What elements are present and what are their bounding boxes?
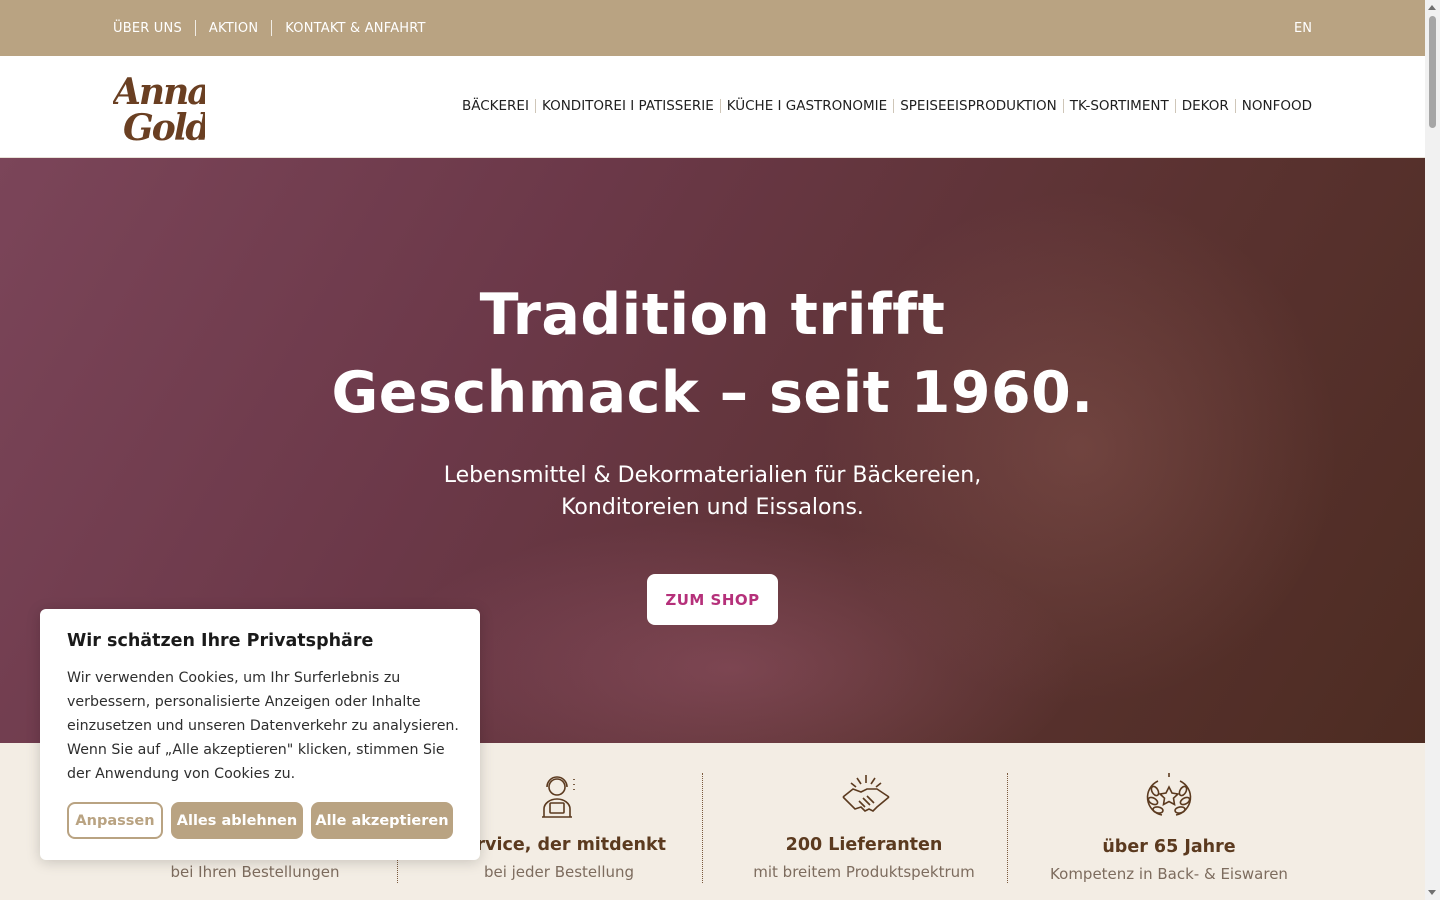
feature-divider xyxy=(1007,773,1008,883)
scrollbar-thumb[interactable] xyxy=(1429,16,1436,128)
hero-subtitle: Lebensmittel & Dekormaterialien für Bäck… xyxy=(0,460,1425,524)
scroll-down-arrow-icon[interactable] xyxy=(1428,890,1436,895)
cookie-text: Wir verwenden Cookies, um Ihr Surferlebn… xyxy=(67,670,459,782)
cookie-title: Wir schätzen Ihre Privatsphäre xyxy=(67,631,374,651)
hero-title-line-1: Tradition trifft xyxy=(479,282,946,348)
cookie-customize-button[interactable]: Anpassen xyxy=(67,802,163,839)
top-link-aktion[interactable]: AKTION xyxy=(209,21,258,36)
handshake-icon xyxy=(839,771,890,821)
top-bar: ÜBER UNS AKTION KONTAKT & ANFAHRT EN xyxy=(0,0,1425,56)
feature-item: über 65 Jahre Kompetenz in Back- & Eiswa… xyxy=(1027,743,1311,900)
top-link-divider xyxy=(271,20,273,36)
nav-divider xyxy=(1234,99,1236,113)
main-nav: BÄCKEREI KONDITOREI I PATISSERIE KÜCHE I… xyxy=(462,56,1312,156)
nav-tk-sortiment[interactable]: TK-SORTIMENT xyxy=(1070,98,1169,114)
nav-divider xyxy=(893,99,895,113)
cookie-accept-button[interactable]: Alle akzeptieren xyxy=(311,802,453,839)
page-scrollbar[interactable] xyxy=(1425,0,1440,900)
main-header: Anna Gold BÄCKEREI KONDITOREI I PATISSER… xyxy=(0,56,1425,158)
cookie-reject-button[interactable]: Alles ablehnen xyxy=(171,802,303,839)
language-switch[interactable]: EN xyxy=(1294,0,1312,56)
svg-text:Gold: Gold xyxy=(123,107,205,144)
hero-subtitle-line-2: Konditoreien und Eissalons. xyxy=(561,495,864,520)
hero-title: Tradition trifft Geschmack – seit 1960. xyxy=(0,276,1425,432)
nav-nonfood[interactable]: NONFOOD xyxy=(1242,98,1312,114)
nav-divider xyxy=(534,99,536,113)
cookie-consent-dialog: Wir schätzen Ihre Privatsphäre Wir verwe… xyxy=(40,609,480,860)
feature-subtitle: mit breitem Produktspektrum xyxy=(753,863,975,881)
nav-speiseeis[interactable]: SPEISEEISPRODUKTION xyxy=(900,98,1057,114)
top-link-divider xyxy=(194,20,196,36)
nav-konditorei[interactable]: KONDITOREI I PATISSERIE xyxy=(542,98,714,114)
nav-dekor[interactable]: DEKOR xyxy=(1182,98,1229,114)
nav-baeckerei[interactable]: BÄCKEREI xyxy=(462,98,529,114)
feature-item: 200 Lieferanten mit breitem Produktspekt… xyxy=(722,743,1006,900)
scroll-up-arrow-icon[interactable] xyxy=(1428,5,1436,10)
hero-subtitle-line-1: Lebensmittel & Dekormaterialien für Bäck… xyxy=(443,463,982,488)
feature-title: über 65 Jahre xyxy=(1102,837,1236,857)
nav-kueche[interactable]: KÜCHE I GASTRONOMIE xyxy=(727,98,887,114)
top-links: ÜBER UNS AKTION KONTAKT & ANFAHRT xyxy=(113,0,426,56)
feature-subtitle: bei jeder Bestellung xyxy=(483,863,635,881)
nav-divider xyxy=(1062,99,1064,113)
brand-logo[interactable]: Anna Gold xyxy=(110,70,212,149)
feature-title: 200 Lieferanten xyxy=(785,835,943,855)
top-link-ueber-uns[interactable]: ÜBER UNS xyxy=(113,21,182,36)
shop-button[interactable]: ZUM SHOP xyxy=(647,574,778,625)
support-agent-icon xyxy=(534,771,584,821)
top-link-kontakt[interactable]: KONTAKT & ANFAHRT xyxy=(285,21,425,36)
nav-divider xyxy=(719,99,721,113)
hero-title-line-2: Geschmack – seit 1960. xyxy=(331,360,1094,426)
feature-subtitle: Kompetenz in Back- & Eiswaren xyxy=(1050,865,1288,883)
feature-divider xyxy=(702,773,703,883)
feature-subtitle: bei Ihren Bestellungen xyxy=(170,863,340,881)
nav-divider xyxy=(1174,99,1176,113)
laurel-star-icon xyxy=(1144,771,1194,821)
